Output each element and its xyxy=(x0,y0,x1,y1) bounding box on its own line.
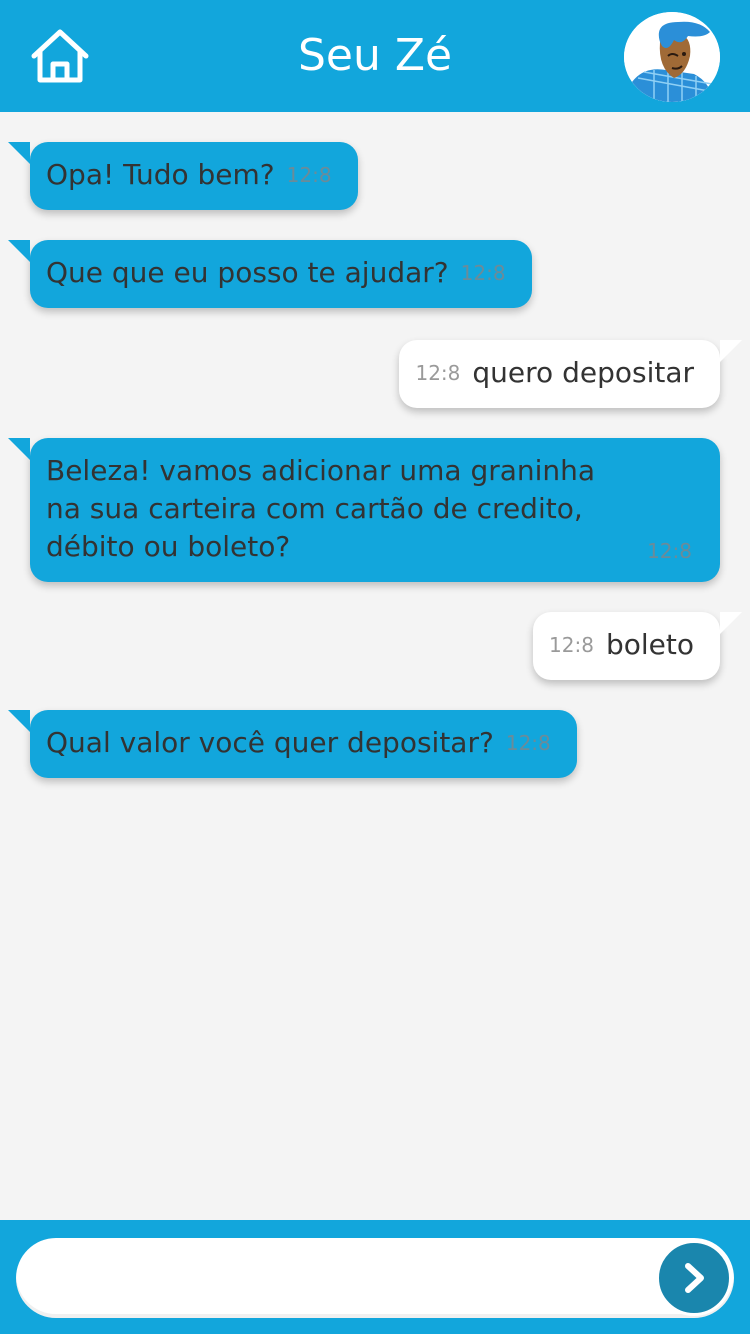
message-time: 12:8 xyxy=(647,539,692,563)
chevron-right-icon xyxy=(685,1263,704,1293)
send-button[interactable] xyxy=(656,1240,732,1316)
chat-thread[interactable]: Opa! Tudo bem? 12:8 Que que eu posso te … xyxy=(0,112,750,1220)
message-time: 12:8 xyxy=(549,633,594,657)
avatar-illustration xyxy=(624,12,720,102)
user-message: 12:8 boleto xyxy=(533,612,742,680)
bot-message: Beleza! vamos adicionar uma graninha na … xyxy=(8,438,720,582)
bot-message: Qual valor você quer depositar? 12:8 xyxy=(8,710,577,778)
message-time: 12:8 xyxy=(505,731,551,755)
bot-message: Que que eu posso te ajudar? 12:8 xyxy=(8,240,532,308)
message-input[interactable] xyxy=(40,1250,640,1306)
message-time: 12:8 xyxy=(460,261,506,285)
composer-bar xyxy=(0,1220,750,1334)
message-text: Opa! Tudo bem? xyxy=(46,158,275,191)
message-text: Beleza! vamos adicionar uma graninha na … xyxy=(46,454,596,563)
app-header: Seu Zé xyxy=(0,0,750,112)
message-text: Que que eu posso te ajudar? xyxy=(46,256,449,289)
bot-message: Opa! Tudo bem? 12:8 xyxy=(8,142,358,210)
message-text: quero depositar xyxy=(472,356,694,389)
message-text: boleto xyxy=(605,628,694,661)
message-input-wrapper xyxy=(16,1238,734,1318)
user-message: 12:8 quero depositar xyxy=(399,340,742,408)
message-time: 12:8 xyxy=(415,361,461,385)
message-text: Qual valor você quer depositar? xyxy=(46,726,494,759)
avatar[interactable] xyxy=(624,12,720,102)
message-time: 12:8 xyxy=(286,163,332,187)
